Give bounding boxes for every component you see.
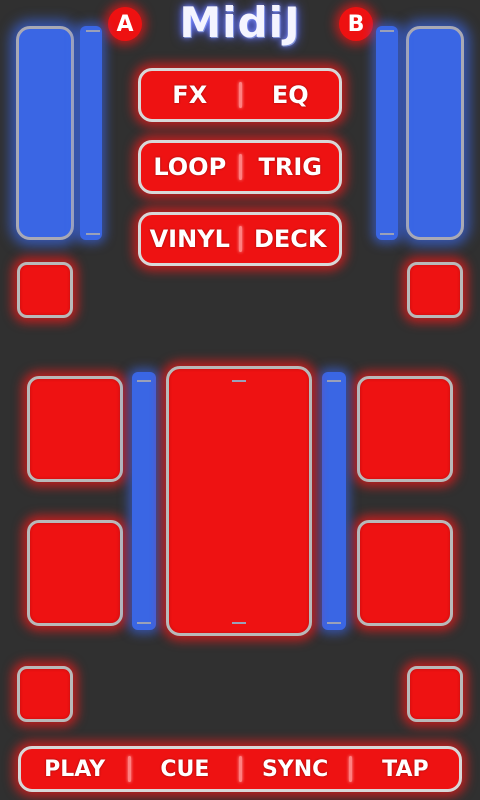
fx-label[interactable]: FX: [141, 81, 239, 109]
deck-b-pad-1[interactable]: [357, 376, 453, 482]
deck-a-volume-top-tick: [137, 380, 151, 382]
deck-b-volume-track[interactable]: [322, 372, 346, 630]
vinyl-deck-button[interactable]: VINYL DECK: [138, 212, 342, 266]
deck-b-fader-track[interactable]: [376, 26, 398, 240]
fx-eq-button[interactable]: FX EQ: [138, 68, 342, 122]
deck-a-pad-1[interactable]: [27, 376, 123, 482]
play-button[interactable]: PLAY: [21, 757, 128, 782]
deck-b-pad-2[interactable]: [357, 520, 453, 626]
sync-button[interactable]: SYNC: [242, 757, 349, 782]
deck-b-badge: B: [339, 7, 373, 41]
eq-label[interactable]: EQ: [242, 81, 340, 109]
transport-bar[interactable]: PLAY CUE SYNC TAP: [18, 746, 462, 792]
deck-a-track-bottom-tick: [86, 233, 100, 235]
deck-b-pitch-fader[interactable]: [406, 26, 464, 240]
deck-a-lower-small-pad[interactable]: [17, 666, 73, 722]
deck-a-fader-track[interactable]: [80, 26, 102, 240]
deck-a-volume-track[interactable]: [132, 372, 156, 630]
deck-b-volume-bottom-tick: [327, 622, 341, 624]
deck-b-lower-small-pad[interactable]: [407, 666, 463, 722]
deck-a-pad-2[interactable]: [27, 520, 123, 626]
center-fader-pad[interactable]: [166, 366, 312, 636]
deck-b-volume-top-tick: [327, 380, 341, 382]
loop-trig-button[interactable]: LOOP TRIG: [138, 140, 342, 194]
center-fader-top-tick: [232, 380, 246, 382]
deck-b-track-top-tick: [380, 30, 394, 32]
deck-b-upper-small-pad[interactable]: [407, 262, 463, 318]
deck-a-volume-bottom-tick: [137, 622, 151, 624]
deck-a-upper-small-pad[interactable]: [17, 262, 73, 318]
deck-b-track-bottom-tick: [380, 233, 394, 235]
deck-a-badge: A: [108, 7, 142, 41]
center-fader-bottom-tick: [232, 622, 246, 624]
deck-a-track-top-tick: [86, 30, 100, 32]
deck-a-pitch-fader[interactable]: [16, 26, 74, 240]
tap-button[interactable]: TAP: [352, 757, 459, 782]
trig-label[interactable]: TRIG: [242, 153, 340, 181]
loop-label[interactable]: LOOP: [141, 153, 239, 181]
vinyl-label[interactable]: VINYL: [141, 225, 239, 253]
deck-label[interactable]: DECK: [242, 225, 340, 253]
app-title: MidiJ: [179, 0, 301, 47]
cue-button[interactable]: CUE: [131, 757, 238, 782]
